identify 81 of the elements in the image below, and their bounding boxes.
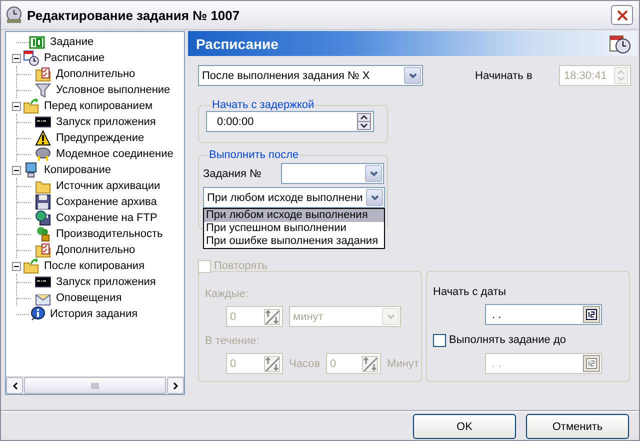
dropdown-option[interactable]: При любом исходе выполнения xyxy=(204,209,384,222)
tree-item[interactable]: Источник архивации xyxy=(55,180,162,192)
filter-icon xyxy=(35,82,51,98)
collapse-toggle[interactable] xyxy=(12,262,21,270)
tree-item[interactable]: Запуск приложения xyxy=(55,276,157,288)
modem-icon xyxy=(35,146,51,162)
console-icon xyxy=(35,274,51,290)
run-until-checkbox[interactable] xyxy=(433,334,446,346)
plant-icon xyxy=(35,226,51,242)
tree-item[interactable]: Дополнительно xyxy=(55,68,136,80)
folder-checklist-icon xyxy=(35,66,51,82)
tree-item[interactable]: История задания xyxy=(49,308,139,320)
schedule-type-dropdown[interactable]: После выполнения задания № X xyxy=(198,65,423,86)
duration-label: В течение: xyxy=(205,335,260,347)
tree-item[interactable]: Предупреждение xyxy=(55,132,146,144)
clock-icon xyxy=(5,6,23,24)
close-icon xyxy=(616,10,628,20)
task-number-dropdown[interactable] xyxy=(281,163,384,184)
run-until-label: Выполнять задание до xyxy=(449,334,566,346)
repeat-label: Повторять xyxy=(214,260,268,272)
folder-arrow-icon xyxy=(23,98,39,114)
collapse-toggle[interactable] xyxy=(12,54,21,62)
start-date-field[interactable]: . . xyxy=(485,304,602,325)
collapse-toggle[interactable] xyxy=(12,166,21,174)
tree-item[interactable]: Задание xyxy=(49,36,95,48)
tree-item[interactable]: Условное выполнение xyxy=(55,84,172,96)
dropdown-button[interactable] xyxy=(366,189,383,206)
every-label: Каждые: xyxy=(205,288,248,300)
minutes-label: Минут xyxy=(387,358,419,370)
close-button[interactable] xyxy=(611,5,633,25)
tree-item[interactable]: Сохранение на FTP xyxy=(55,212,158,224)
delay-field[interactable]: 0:00:00 xyxy=(206,111,374,132)
tree-item[interactable]: Запуск приложения xyxy=(55,116,157,128)
id-card-icon xyxy=(29,34,45,50)
tree-item[interactable]: Дополнительно xyxy=(55,244,136,256)
computer-icon xyxy=(23,162,39,178)
calendar-clock-icon xyxy=(609,34,631,54)
horizontal-scrollbar[interactable] xyxy=(6,376,184,394)
folder-checklist-icon xyxy=(35,242,51,258)
info-icon xyxy=(29,306,45,322)
dropdown-button[interactable] xyxy=(365,165,382,182)
tree-item[interactable]: Оповещения xyxy=(55,292,123,304)
scroll-thumb[interactable] xyxy=(24,377,166,394)
calendar-button[interactable] xyxy=(583,306,600,323)
dropdown-button[interactable] xyxy=(404,67,421,84)
outcome-dropdown[interactable]: При любом исходе выполнени xyxy=(203,187,385,208)
chevron-down-icon xyxy=(408,72,416,78)
dropdown-option[interactable]: При успешном выполнении xyxy=(204,222,384,235)
chevron-down-icon xyxy=(386,314,394,320)
group-title: Начать с задержкой xyxy=(211,99,316,111)
scroll-right-button[interactable] xyxy=(167,377,184,394)
window-title: Редактирование задания № 1007 xyxy=(27,8,241,22)
floppy-icon xyxy=(35,194,51,210)
hours-label: Часов xyxy=(289,358,320,370)
group-title: Выполнить после xyxy=(208,149,300,161)
spin-button[interactable] xyxy=(357,113,371,130)
chevron-down-icon xyxy=(370,194,378,200)
dialog-button[interactable]: Отменить xyxy=(526,414,629,439)
tree-item[interactable]: Перед копированием xyxy=(43,100,154,112)
tree-item[interactable]: После копирования xyxy=(43,260,146,272)
chevron-down-icon xyxy=(370,170,378,176)
scroll-left-button[interactable] xyxy=(6,377,23,394)
chevron-left-icon xyxy=(12,382,18,390)
console-icon xyxy=(35,114,51,130)
section-title: Расписание xyxy=(196,36,278,52)
tree-item[interactable]: Копирование xyxy=(43,164,112,176)
chevron-right-icon xyxy=(172,382,178,390)
dropdown-option[interactable]: При ошибке выполнения задания xyxy=(204,235,384,248)
folder-arrow-icon xyxy=(23,258,39,274)
start-date-label: Начать с даты xyxy=(433,286,506,298)
tree-item[interactable]: Модемное соединение xyxy=(55,148,174,160)
dialog-button[interactable]: OK xyxy=(413,414,516,439)
tree-item[interactable]: Расписание xyxy=(43,52,106,64)
start-time-label: Начинать в xyxy=(475,70,534,82)
tree-item[interactable]: Производительность xyxy=(55,228,164,240)
calendar-clock-icon xyxy=(23,50,39,66)
task-number-label: Задания № xyxy=(203,168,262,180)
warning-icon xyxy=(35,130,51,146)
globe-floppy-icon xyxy=(35,210,51,226)
tree-item[interactable]: Сохранение архива xyxy=(55,196,158,208)
collapse-toggle[interactable] xyxy=(12,102,21,110)
